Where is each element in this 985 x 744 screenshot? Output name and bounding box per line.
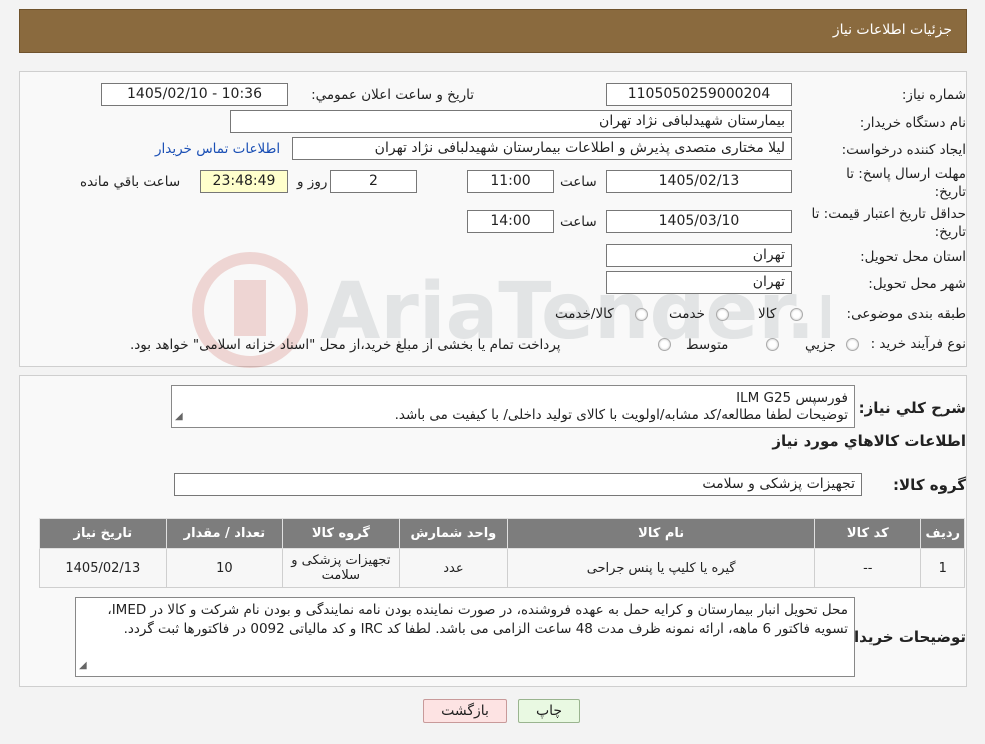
process-option-medium: متوسط bbox=[686, 337, 729, 353]
days-label: روز و bbox=[297, 174, 328, 190]
remaining-time-label: ساعت باقي مانده bbox=[80, 174, 181, 190]
col-group: گروه کالا bbox=[282, 518, 400, 549]
validity-hour-label: ساعت bbox=[560, 214, 597, 230]
col-unit: واحد شمارش bbox=[398, 518, 509, 549]
process-note: پرداخت تمام یا بخشی از مبلغ خرید،از محل … bbox=[130, 337, 561, 353]
city-field: تهران bbox=[606, 271, 792, 294]
summary-textarea[interactable]: فورسپس ILM G25 توضیحات لطفا مطالعه/کد مش… bbox=[171, 385, 855, 428]
cell-item-name: گیره یا کلیپ یا پنس جراحی bbox=[507, 548, 816, 588]
cell-row-number: 1 bbox=[920, 548, 965, 588]
validity-time-field: 14:00 bbox=[467, 210, 554, 233]
need-number-label: شماره نیاز: bbox=[901, 87, 966, 103]
remaining-time-field: 23:48:49 bbox=[200, 170, 288, 193]
cell-item-code: -- bbox=[814, 548, 922, 588]
category-option-service: خدمت bbox=[669, 306, 705, 322]
summary-label: شرح کلي نياز: bbox=[858, 399, 966, 417]
validity-date-field: 1405/03/10 bbox=[606, 210, 792, 233]
buyer-org-field: بیمارستان شهیدلبافی نژاد تهران bbox=[230, 110, 792, 133]
buyer-org-label: نام دستگاه خريدار: bbox=[859, 115, 966, 131]
category-label: طبقه بندی موضوعی: bbox=[846, 306, 966, 322]
items-table: رديف کد کالا نام کالا واحد شمارش گروه کا… bbox=[39, 518, 965, 588]
buyer-notes-text: محل تحویل انبار بیمارستان و کرایه حمل به… bbox=[107, 602, 848, 637]
deadline-date-field: 1405/02/13 bbox=[606, 170, 792, 193]
buyer-contact-link[interactable]: اطلاعات تماس خریدار bbox=[155, 141, 280, 157]
print-button[interactable]: چاپ bbox=[518, 699, 580, 723]
process-option-partial: جزيي bbox=[805, 337, 836, 353]
page-header: جزئیات اطلاعات نیاز bbox=[19, 9, 967, 53]
city-label: شهر محل تحويل: bbox=[868, 276, 966, 292]
category-radio-service[interactable] bbox=[716, 308, 729, 321]
summary-line-2: توضیحات لطفا مطالعه/کد مشابه/اولویت با ک… bbox=[394, 407, 848, 423]
announce-datetime-field: 1405/02/10 - 10:36 bbox=[101, 83, 288, 106]
goods-group-field: تجهیزات پزشکی و سلامت bbox=[174, 473, 862, 496]
process-label: نوع فرآیند خرید : bbox=[870, 336, 966, 352]
announce-datetime-label: تاریخ و ساعت اعلان عمومي: bbox=[311, 87, 474, 103]
col-quantity: تعداد / مقدار bbox=[165, 518, 284, 549]
cell-quantity: 10 bbox=[165, 548, 284, 588]
resize-grip-icon[interactable]: ◢ bbox=[175, 407, 183, 426]
back-button[interactable]: بازگشت bbox=[423, 699, 507, 723]
table-header-row: رديف کد کالا نام کالا واحد شمارش گروه کا… bbox=[39, 518, 965, 549]
category-radio-goods-service[interactable] bbox=[635, 308, 648, 321]
goods-info-title: اطلاعات کالاهاي مورد نياز bbox=[772, 432, 966, 450]
buyer-notes-label: توضیحات خریدار: bbox=[839, 628, 966, 646]
col-item-name: نام کالا bbox=[507, 518, 816, 549]
validity-label: حداقل تاريخ اعتبار قيمت: تا bbox=[811, 206, 966, 222]
requester-field: لیلا مختاری متصدی پذیرش و اطلاعات بیمارس… bbox=[292, 137, 792, 160]
province-field: تهران bbox=[606, 244, 792, 267]
goods-group-label: گروه کالا: bbox=[893, 476, 966, 494]
need-number-field: 1105050259000204 bbox=[606, 83, 792, 106]
requester-label: ایجاد کننده درخواست: bbox=[841, 142, 966, 158]
category-option-goods: کالا bbox=[758, 306, 777, 322]
deadline-time-field: 11:00 bbox=[467, 170, 554, 193]
deadline-label: مهلت ارسال پاسخ: تا bbox=[846, 166, 966, 182]
col-need-date: تاریخ نیاز bbox=[39, 518, 167, 549]
days-remaining-field: 2 bbox=[330, 170, 417, 193]
process-checkbox-treasury[interactable] bbox=[658, 338, 671, 351]
table-row: 1 -- گیره یا کلیپ یا پنس جراحی عدد تجهیز… bbox=[39, 548, 965, 588]
process-radio-partial[interactable] bbox=[846, 338, 859, 351]
col-row-number: رديف bbox=[920, 518, 965, 549]
summary-line-1: فورسپس ILM G25 bbox=[736, 390, 848, 406]
validity-label-date: تاريخ: bbox=[934, 224, 966, 240]
process-radio-medium[interactable] bbox=[766, 338, 779, 351]
resize-grip-icon[interactable]: ◢ bbox=[79, 656, 87, 675]
buyer-notes-textarea[interactable]: محل تحویل انبار بیمارستان و کرایه حمل به… bbox=[75, 597, 855, 677]
category-radio-goods[interactable] bbox=[790, 308, 803, 321]
deadline-label-date: تاریخ: bbox=[934, 184, 966, 200]
category-option-goods-service: کالا/خدمت bbox=[555, 306, 614, 322]
province-label: استان محل تحويل: bbox=[860, 249, 966, 265]
cell-group: تجهیزات پزشکی و سلامت bbox=[282, 548, 400, 588]
col-item-code: کد کالا bbox=[814, 518, 922, 549]
page-title: جزئیات اطلاعات نیاز bbox=[832, 22, 952, 38]
cell-need-date: 1405/02/13 bbox=[39, 548, 167, 588]
deadline-hour-label: ساعت bbox=[560, 174, 597, 190]
cell-unit: عدد bbox=[398, 548, 509, 588]
